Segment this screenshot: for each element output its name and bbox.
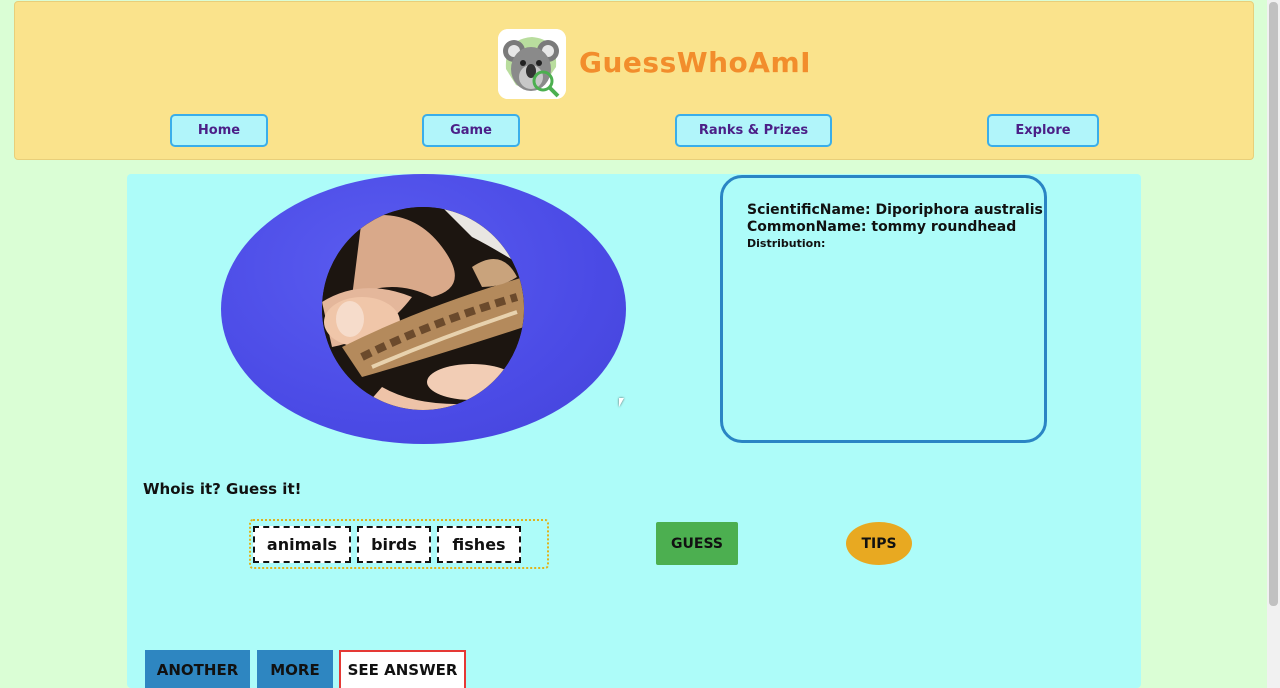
common-name-text: CommonName: tommy roundhead — [747, 219, 1017, 235]
site-title: GuessWhoAmI — [579, 46, 812, 79]
scrollbar-thumb[interactable] — [1269, 2, 1278, 606]
choice-birds-button[interactable]: birds — [357, 526, 431, 563]
question-text: Whois it? Guess it! — [143, 480, 302, 498]
species-info-box: ScientificName: Diporiphora australis Co… — [720, 175, 1047, 443]
nav-home-button[interactable]: Home — [170, 114, 268, 147]
distribution-text: Distribution: — [747, 237, 826, 250]
koala-logo-icon[interactable] — [498, 29, 566, 99]
page-scrollbar[interactable] — [1267, 0, 1280, 688]
choice-animals-button[interactable]: animals — [253, 526, 351, 563]
species-photo — [322, 207, 524, 410]
scientific-name-text: ScientificName: Diporiphora australis — [747, 202, 1043, 218]
tips-button[interactable]: TIPS — [846, 522, 912, 565]
choice-group: animals birds fishes — [249, 519, 549, 569]
another-button[interactable]: ANOTHER — [145, 650, 250, 688]
nav-ranks-prizes-button[interactable]: Ranks & Prizes — [675, 114, 832, 147]
see-answer-button[interactable]: SEE ANSWER — [339, 650, 466, 688]
nav-game-button[interactable]: Game — [422, 114, 520, 147]
more-button[interactable]: MORE — [257, 650, 333, 688]
guess-button[interactable]: GUESS — [656, 522, 738, 565]
choice-fishes-button[interactable]: fishes — [437, 526, 521, 563]
nav-explore-button[interactable]: Explore — [987, 114, 1099, 147]
mouse-cursor-icon — [619, 398, 624, 407]
site-header: GuessWhoAmI Home Game Ranks & Prizes Exp… — [14, 1, 1254, 160]
game-panel: ScientificName: Diporiphora australis Co… — [127, 174, 1141, 688]
